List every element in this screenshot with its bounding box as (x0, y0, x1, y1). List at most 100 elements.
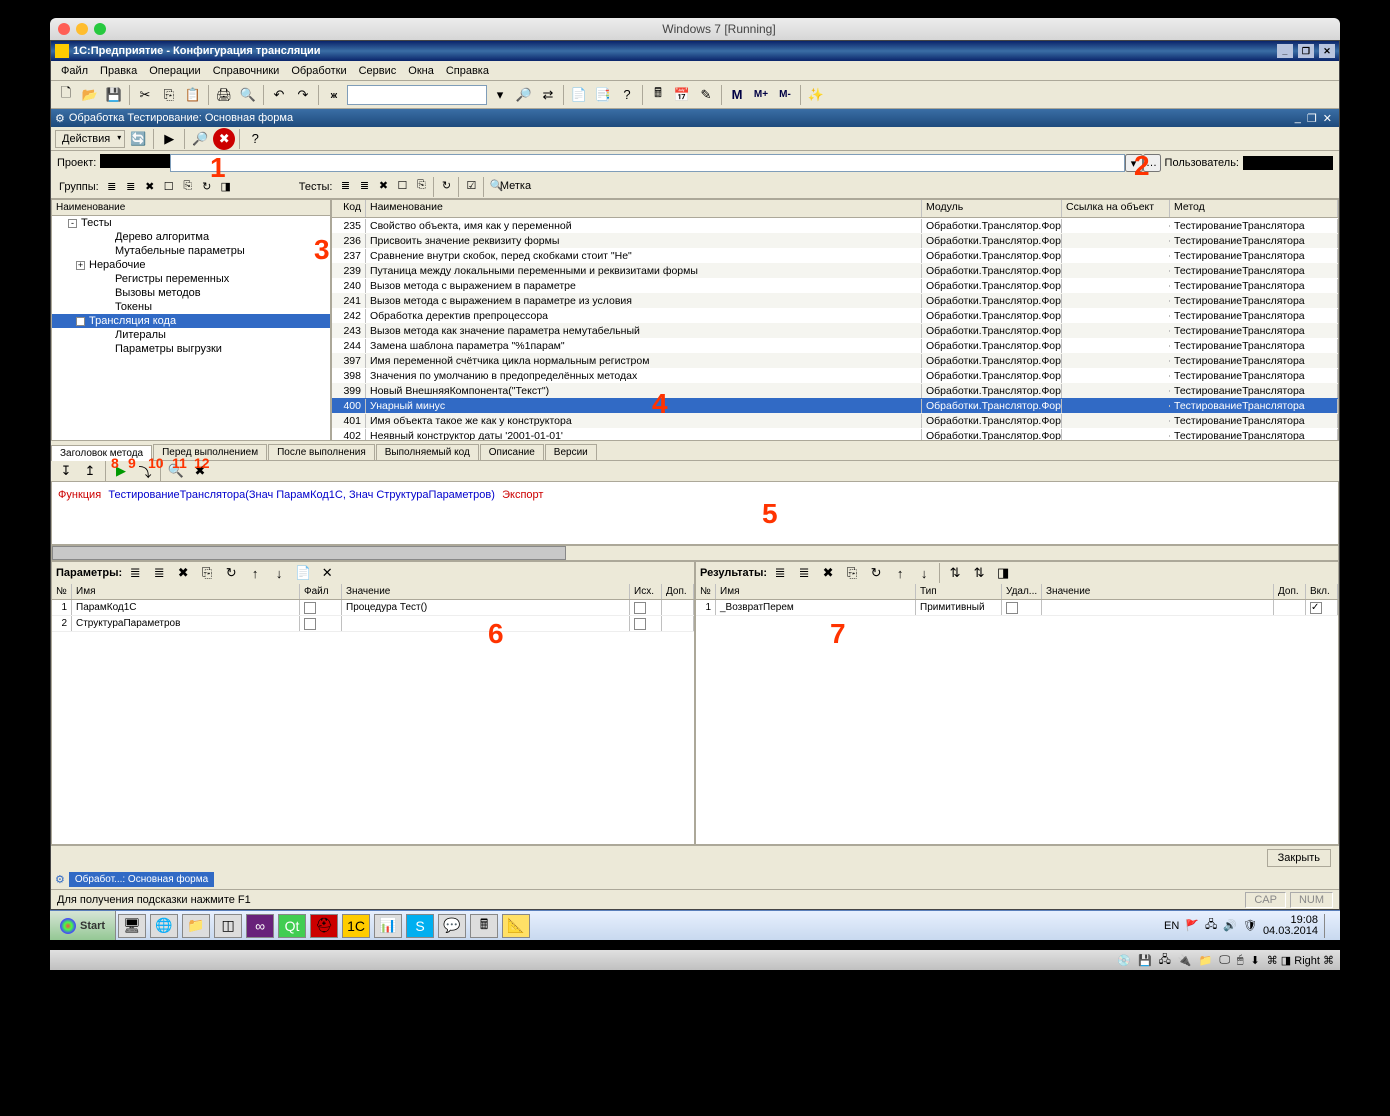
task-totalcmd-icon[interactable]: ◫ (214, 914, 242, 938)
param-row[interactable]: 2СтруктураПараметров (52, 616, 694, 632)
tree-item[interactable]: Дерево алгоритма (52, 230, 330, 244)
tst-check-icon[interactable]: ☑ (462, 177, 480, 195)
grp-edit-icon[interactable]: ≣ (122, 178, 140, 196)
task-1c-icon[interactable]: 1C (342, 914, 370, 938)
find-icon[interactable]: 🔎 (513, 84, 535, 106)
redo-icon[interactable]: ↷ (292, 84, 314, 106)
grp-refresh-icon[interactable]: ↻ (198, 178, 216, 196)
code-h-scrollbar[interactable] (51, 545, 1339, 561)
res-col-n[interactable]: № (696, 584, 716, 599)
tab-before[interactable]: Перед выполнением (153, 444, 267, 460)
res-up-icon[interactable]: ↑ (889, 562, 911, 584)
project-ellipsis-icon[interactable]: … (1143, 154, 1161, 172)
table-row[interactable]: 242Обработка деректив препроцессораОбраб… (332, 308, 1338, 323)
table-row[interactable]: 241Вызов метода с выражением в параметре… (332, 293, 1338, 308)
tst-del-icon[interactable]: ✖ (374, 177, 392, 195)
tst-refresh-icon[interactable]: ↻ (437, 177, 455, 195)
task-helmet-icon[interactable]: ⛑ (310, 914, 338, 938)
res-sort2-icon[interactable]: ⇅ (968, 562, 990, 584)
undo-icon[interactable]: ↶ (268, 84, 290, 106)
table-row[interactable]: 243Вызов метода как значение параметра н… (332, 323, 1338, 338)
tst-add-icon[interactable]: ≣ (336, 177, 354, 195)
res-col-val[interactable]: Значение (1042, 584, 1274, 599)
task-skype-icon[interactable]: S (406, 914, 434, 938)
task-chart-icon[interactable]: 📊 (374, 914, 402, 938)
col-link[interactable]: Ссылка на объект (1062, 200, 1170, 217)
table-row[interactable]: 237Сравнение внутри скобок, перед скобка… (332, 248, 1338, 263)
min-button[interactable]: _ (1277, 44, 1293, 58)
vb-net-icon[interactable]: 🖧 (1159, 951, 1171, 970)
tray-flag-icon[interactable]: 🚩 (1185, 919, 1199, 932)
table-row[interactable]: 239Путаница между локальными переменными… (332, 263, 1338, 278)
prm-up-icon[interactable]: ↑ (244, 562, 266, 584)
grp-del-icon[interactable]: ✖ (141, 178, 159, 196)
doc2-icon[interactable]: 📑 (592, 84, 614, 106)
col-method[interactable]: Метод (1170, 200, 1338, 217)
tree-item[interactable]: +Нерабочие (52, 258, 330, 272)
table-row[interactable]: 236Присвоить значение реквизиту формыОбр… (332, 233, 1338, 248)
vb-display-icon[interactable]: 🖵 (1219, 954, 1230, 967)
code-up-icon[interactable]: ↥ (79, 460, 101, 482)
res-refresh-icon[interactable]: ↻ (865, 562, 887, 584)
m-plus-btn[interactable]: M+ (750, 84, 772, 106)
vb-hdd-icon[interactable]: 💿 (1117, 954, 1131, 967)
task-vs-icon[interactable]: ∞ (246, 914, 274, 938)
res-more-icon[interactable]: ◨ (992, 562, 1014, 584)
tst-edit-icon[interactable]: ≣ (355, 177, 373, 195)
code-editor[interactable]: Функция ТестированиеТранслятора(Знач Пар… (51, 481, 1339, 545)
paste-icon[interactable]: 📋 (182, 84, 204, 106)
vb-capture-icon[interactable]: ⬇ (1251, 954, 1260, 967)
res-add-icon[interactable]: ≣ (769, 562, 791, 584)
res-col-name[interactable]: Имя (716, 584, 916, 599)
table-row[interactable]: 235Свойство объекта, имя как у переменно… (332, 218, 1338, 233)
tree-item[interactable]: Регистры переменных (52, 272, 330, 286)
tab-versions[interactable]: Версии (545, 444, 597, 460)
vb-folder-icon[interactable]: 📁 (1199, 954, 1213, 967)
calc-icon[interactable]: 🖩 (647, 84, 669, 106)
tray-shield-icon[interactable]: 🛡 (1243, 919, 1257, 932)
table-row[interactable]: 399Новый ВнешняяКомпонента("Текст")Обраб… (332, 383, 1338, 398)
prm-del-icon[interactable]: ✖ (172, 562, 194, 584)
menu-processing[interactable]: Обработки (285, 63, 352, 79)
task-msg-icon[interactable]: 💬 (438, 914, 466, 938)
doc-tab[interactable]: Обработ...: Основная форма (69, 872, 214, 887)
tree-item[interactable]: Параметры выгрузки (52, 342, 330, 356)
task-chrome-icon[interactable]: 🌐 (150, 914, 178, 938)
res-del-icon[interactable]: ✖ (817, 562, 839, 584)
table-row[interactable]: 400Унарный минусОбработки.Транслятор.Фор… (332, 398, 1338, 413)
result-row[interactable]: 1_ВозвратПеремПримитивный (696, 600, 1338, 616)
res-col-inc[interactable]: Вкл. (1306, 584, 1338, 599)
prm-copy-icon[interactable]: ⎘ (196, 562, 218, 584)
dropdown-icon[interactable]: ▾ (489, 84, 511, 106)
tab-runcode[interactable]: Выполняемый код (376, 444, 479, 460)
grp-sel-icon[interactable]: ☐ (160, 178, 178, 196)
col-kod[interactable]: Код (332, 200, 366, 217)
task-note-icon[interactable]: 📐 (502, 914, 530, 938)
play-icon[interactable]: ▶ (158, 128, 180, 150)
task-explorer-icon[interactable]: 🖥 (118, 914, 146, 938)
prm-refresh-icon[interactable]: ↻ (220, 562, 242, 584)
tray-lang[interactable]: EN (1164, 920, 1179, 932)
tree-item[interactable]: -Тесты (52, 216, 330, 230)
param-row[interactable]: 1ПарамКод1СПроцедура Тест() (52, 600, 694, 616)
tray-net-icon[interactable]: 🖧 (1205, 916, 1217, 935)
tree-item[interactable]: Мутабельные параметры (52, 244, 330, 258)
grp-more-icon[interactable]: ◨ (217, 178, 235, 196)
res-dn-icon[interactable]: ↓ (913, 562, 935, 584)
prm-col-val[interactable]: Значение (342, 584, 630, 599)
task-folder-icon[interactable]: 📁 (182, 914, 210, 938)
menu-windows[interactable]: Окна (402, 63, 440, 79)
find-form-icon[interactable]: 🔎 (189, 128, 211, 150)
tree-item[interactable]: Литералы (52, 328, 330, 342)
prm-col-file[interactable]: Файл (300, 584, 342, 599)
doc1-icon[interactable]: 📄 (568, 84, 590, 106)
mac-max-icon[interactable] (94, 23, 106, 35)
res-copy-icon[interactable]: ⎘ (841, 562, 863, 584)
menu-help[interactable]: Справка (440, 63, 495, 79)
code-clear-icon[interactable]: ✖ (189, 460, 211, 482)
restore-button[interactable]: ❐ (1298, 44, 1314, 58)
grp-copy-icon[interactable]: ⎘ (179, 178, 197, 196)
res-col-ext[interactable]: Доп. (1274, 584, 1306, 599)
help-form-icon[interactable]: ? (244, 128, 266, 150)
code-find-icon[interactable]: 🔍 (165, 460, 187, 482)
